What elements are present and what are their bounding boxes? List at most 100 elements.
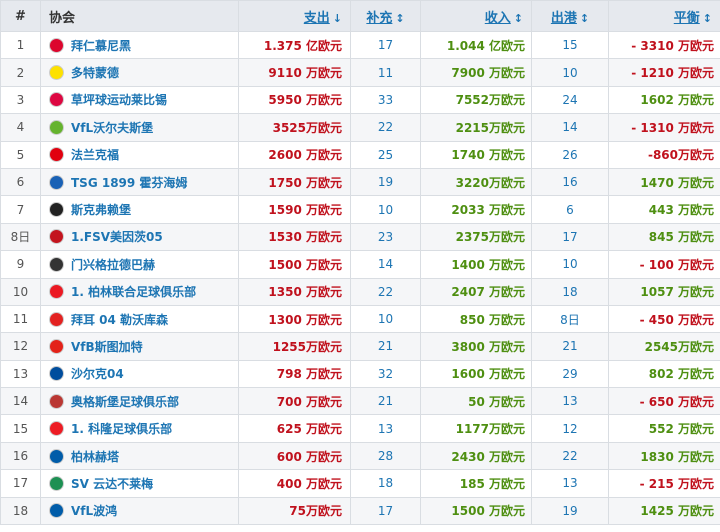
club-cell[interactable]: 法兰克福 bbox=[40, 140, 239, 169]
arrivals-link[interactable]: 22 bbox=[350, 277, 421, 306]
arrivals-sort-link[interactable]: 补充 bbox=[366, 11, 392, 26]
koeln-crest-icon[interactable] bbox=[49, 421, 64, 437]
departures-link[interactable]: 16 bbox=[531, 167, 609, 197]
mainz-crest-icon[interactable] bbox=[49, 229, 64, 245]
club-cell[interactable]: 1. 柏林联合足球俱乐部 bbox=[40, 277, 239, 306]
club-link[interactable]: 1. 科隆足球俱乐部 bbox=[71, 422, 172, 436]
club-link[interactable]: 拜耳 04 勒沃库森 bbox=[71, 313, 168, 327]
club-cell[interactable]: 1.FSV美因茨05 bbox=[40, 222, 239, 252]
departures-link[interactable]: 12 bbox=[531, 414, 609, 443]
club-cell[interactable]: 多特蒙德 bbox=[40, 58, 239, 87]
arrivals-link[interactable]: 11 bbox=[350, 58, 421, 87]
column-header-expenditure[interactable]: 支出 ↓ bbox=[238, 0, 351, 32]
club-cell[interactable]: 拜仁慕尼黑 bbox=[40, 30, 239, 60]
arrivals-link[interactable]: 21 bbox=[350, 387, 421, 416]
club-link[interactable]: SV 云达不莱梅 bbox=[71, 477, 153, 491]
income-sort-link[interactable]: 收入 bbox=[485, 11, 511, 26]
freiburg-crest-icon[interactable] bbox=[49, 202, 64, 218]
departures-link[interactable]: 8日 bbox=[531, 304, 609, 334]
hoffenheim-crest-icon[interactable] bbox=[49, 174, 64, 190]
arrivals-link[interactable]: 32 bbox=[350, 359, 421, 389]
club-cell[interactable]: VfB斯图加特 bbox=[40, 332, 239, 361]
club-link[interactable]: 多特蒙德 bbox=[71, 66, 119, 80]
club-cell[interactable]: 沙尔克04 bbox=[40, 359, 239, 389]
arrivals-link[interactable]: 21 bbox=[350, 332, 421, 361]
balance-sort-link[interactable]: 平衡 bbox=[674, 11, 700, 26]
club-link[interactable]: 沙尔克04 bbox=[71, 367, 124, 381]
arrivals-link[interactable]: 33 bbox=[350, 85, 421, 115]
club-link[interactable]: TSG 1899 霍芬海姆 bbox=[71, 176, 187, 190]
wolfsburg-crest-icon[interactable] bbox=[49, 119, 64, 135]
leipzig-crest-icon[interactable] bbox=[49, 92, 64, 108]
club-cell[interactable]: 草坪球运动莱比锡 bbox=[40, 85, 239, 115]
club-link[interactable]: VfL沃尔夫斯堡 bbox=[71, 121, 153, 135]
club-link[interactable]: 奥格斯堡足球俱乐部 bbox=[71, 395, 179, 409]
club-link[interactable]: VfB斯图加特 bbox=[71, 340, 143, 354]
werder-crest-icon[interactable] bbox=[49, 475, 64, 491]
club-link[interactable]: 拜仁慕尼黑 bbox=[71, 39, 131, 53]
club-cell[interactable]: VfL沃尔夫斯堡 bbox=[40, 113, 239, 142]
departures-link[interactable]: 10 bbox=[531, 58, 609, 87]
departures-link[interactable]: 14 bbox=[531, 113, 609, 142]
club-cell[interactable]: VfL波鸿 bbox=[40, 496, 239, 526]
stuttgart-crest-icon[interactable] bbox=[49, 338, 64, 354]
departures-link[interactable]: 19 bbox=[531, 496, 609, 526]
sort-toggle-icon[interactable]: ↕ bbox=[580, 12, 589, 25]
sort-descending-icon[interactable]: ↓ bbox=[333, 12, 342, 25]
club-link[interactable]: 1. 柏林联合足球俱乐部 bbox=[71, 285, 196, 299]
departures-link[interactable]: 13 bbox=[531, 469, 609, 498]
club-link[interactable]: VfL波鸿 bbox=[71, 504, 117, 518]
sort-toggle-icon[interactable]: ↕ bbox=[514, 12, 523, 25]
departures-link[interactable]: 29 bbox=[531, 359, 609, 389]
departures-link[interactable]: 24 bbox=[531, 85, 609, 115]
arrivals-link[interactable]: 22 bbox=[350, 113, 421, 142]
column-header-arrivals[interactable]: 补充 ↕ bbox=[350, 0, 421, 32]
augsburg-crest-icon[interactable] bbox=[49, 393, 64, 409]
bayern-crest-icon[interactable] bbox=[49, 37, 64, 53]
dortmund-crest-icon[interactable] bbox=[49, 65, 64, 81]
departures-link[interactable]: 6 bbox=[531, 195, 609, 224]
arrivals-link[interactable]: 25 bbox=[350, 140, 421, 169]
club-link[interactable]: 门兴格拉德巴赫 bbox=[71, 258, 155, 272]
departures-link[interactable]: 10 bbox=[531, 250, 609, 279]
club-link[interactable]: 斯克弗赖堡 bbox=[71, 203, 131, 217]
club-cell[interactable]: 斯克弗赖堡 bbox=[40, 195, 239, 224]
union-berlin-crest-icon[interactable] bbox=[49, 284, 64, 300]
schalke-crest-icon[interactable] bbox=[49, 366, 64, 382]
departures-link[interactable]: 17 bbox=[531, 222, 609, 252]
arrivals-link[interactable]: 17 bbox=[350, 496, 421, 526]
column-header-balance[interactable]: 平衡 ↕ bbox=[608, 0, 720, 32]
departures-link[interactable]: 13 bbox=[531, 387, 609, 416]
departures-link[interactable]: 15 bbox=[531, 30, 609, 60]
arrivals-link[interactable]: 23 bbox=[350, 222, 421, 252]
departures-link[interactable]: 22 bbox=[531, 441, 609, 471]
club-link[interactable]: 草坪球运动莱比锡 bbox=[71, 93, 167, 107]
departures-sort-link[interactable]: 出港 bbox=[551, 11, 577, 26]
departures-link[interactable]: 26 bbox=[531, 140, 609, 169]
arrivals-link[interactable]: 19 bbox=[350, 167, 421, 197]
arrivals-link[interactable]: 13 bbox=[350, 414, 421, 443]
sort-toggle-icon[interactable]: ↕ bbox=[703, 12, 712, 25]
arrivals-link[interactable]: 17 bbox=[350, 30, 421, 60]
gladbach-crest-icon[interactable] bbox=[49, 256, 64, 272]
club-cell[interactable]: 1. 科隆足球俱乐部 bbox=[40, 414, 239, 443]
club-cell[interactable]: 拜耳 04 勒沃库森 bbox=[40, 304, 239, 334]
frankfurt-crest-icon[interactable] bbox=[49, 147, 64, 163]
column-header-departures[interactable]: 出港 ↕ bbox=[531, 0, 609, 32]
expenditure-sort-link[interactable]: 支出 bbox=[304, 11, 330, 26]
club-cell[interactable]: SV 云达不莱梅 bbox=[40, 469, 239, 498]
bochum-crest-icon[interactable] bbox=[49, 503, 64, 519]
club-link[interactable]: 柏林赫塔 bbox=[71, 450, 119, 464]
hertha-crest-icon[interactable] bbox=[49, 448, 64, 464]
club-cell[interactable]: TSG 1899 霍芬海姆 bbox=[40, 167, 239, 197]
arrivals-link[interactable]: 28 bbox=[350, 441, 421, 471]
arrivals-link[interactable]: 18 bbox=[350, 469, 421, 498]
club-link[interactable]: 1.FSV美因茨05 bbox=[71, 230, 163, 244]
departures-link[interactable]: 21 bbox=[531, 332, 609, 361]
leverkusen-crest-icon[interactable] bbox=[49, 311, 64, 327]
departures-link[interactable]: 18 bbox=[531, 277, 609, 306]
arrivals-link[interactable]: 10 bbox=[350, 304, 421, 334]
club-cell[interactable]: 门兴格拉德巴赫 bbox=[40, 250, 239, 279]
club-link[interactable]: 法兰克福 bbox=[71, 148, 119, 162]
column-header-income[interactable]: 收入 ↕ bbox=[420, 0, 532, 32]
